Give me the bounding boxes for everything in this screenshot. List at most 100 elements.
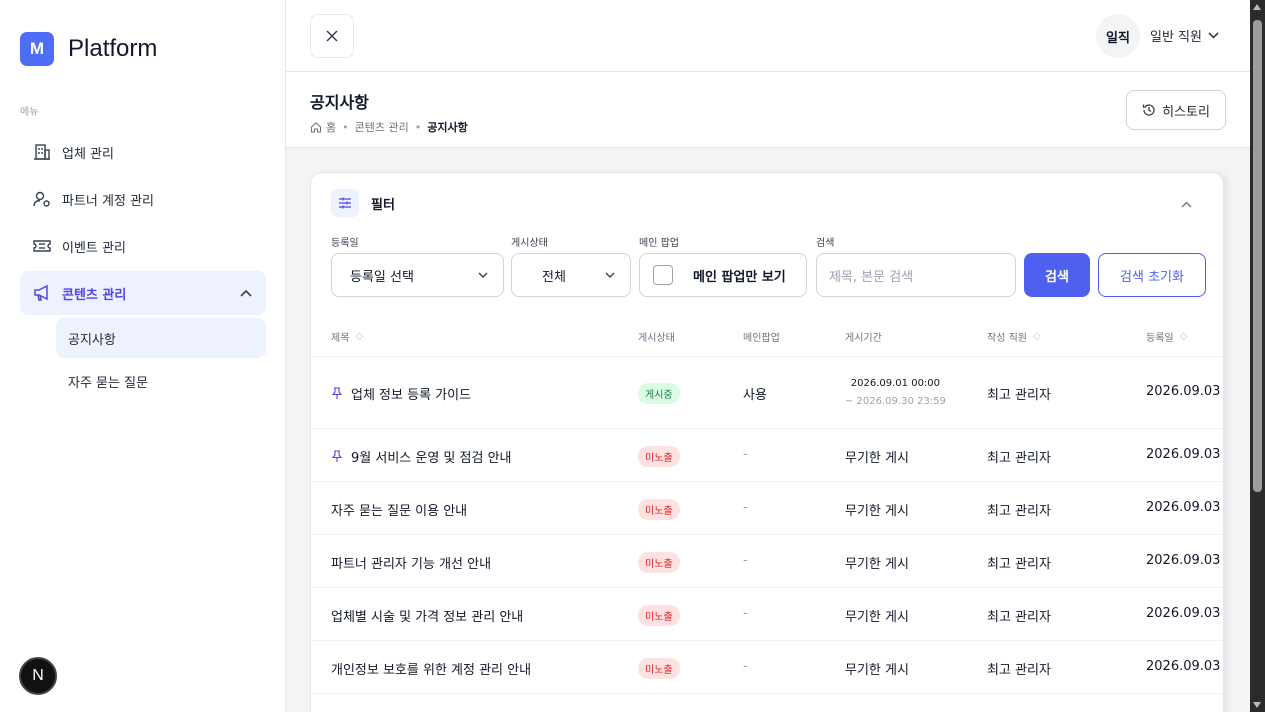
sort-icon: ◇	[1032, 331, 1041, 342]
popup-label: 메인 팝업	[639, 238, 679, 249]
column-label: 게시상태	[638, 333, 675, 344]
page-scrollbar[interactable]	[1250, 0, 1265, 712]
status-badge-text: 미노출	[638, 446, 680, 467]
logo-badge: M	[20, 32, 54, 66]
chevron-down-icon	[1208, 32, 1219, 39]
column-label: 작성 직원	[987, 333, 1027, 344]
breadcrumb-content[interactable]: 콘텐츠 관리	[355, 119, 409, 135]
status-badge-text: 게시중	[638, 383, 680, 404]
user-gear-icon	[32, 189, 52, 209]
status-badge: 미노출	[638, 499, 680, 520]
breadcrumb-home[interactable]: 홈	[326, 119, 336, 135]
pin-icon	[331, 450, 343, 463]
row-date: 2026.09.03 15	[1146, 384, 1223, 399]
search-input[interactable]: 제목, 본문 검색	[816, 253, 1016, 297]
date-select-value: 등록일 선택	[350, 269, 414, 285]
building-icon	[32, 142, 52, 162]
column-label: 메인팝업	[743, 333, 780, 344]
sidebar-item-label: 이벤트 관리	[62, 240, 126, 256]
row-title: 자주 묻는 질문 이용 안내	[331, 504, 468, 519]
date-select[interactable]: 등록일 선택	[331, 253, 504, 297]
period-to: ~ 2026.09.30 23:59	[845, 396, 946, 407]
breadcrumb-separator: •	[342, 120, 349, 134]
sidebar-item-company[interactable]: 업체 관리	[20, 130, 266, 174]
sliders-icon	[331, 189, 359, 217]
column-header-title[interactable]: 제목 ◇	[331, 329, 363, 344]
sidebar-subitem-faq[interactable]: 자주 묻는 질문	[56, 361, 266, 401]
row-author: 최고 관리자	[987, 504, 1051, 519]
table-header: 제목 ◇ 게시상태 메인팝업 게시기간 작성 직원 ◇ 등록일 ◇	[311, 313, 1223, 357]
history-button[interactable]: 히스토리	[1126, 90, 1226, 130]
devtools-badge[interactable]: N	[19, 657, 57, 695]
search-button[interactable]: 검색	[1024, 253, 1090, 297]
row-popup: -	[743, 553, 748, 568]
avatar[interactable]: 일직	[1096, 14, 1140, 58]
logo-text: Platform	[68, 35, 158, 62]
table-row[interactable]: 개인정보 보호를 위한 계정 관리 안내 미노출 - 무기한 게시 최고 관리자…	[311, 641, 1223, 694]
chevron-down-icon	[478, 272, 488, 278]
row-period: 무기한 게시	[845, 610, 909, 625]
sort-icon: ◇	[355, 331, 364, 342]
history-icon	[1142, 104, 1155, 116]
row-popup: 사용	[743, 388, 767, 403]
checkbox[interactable]	[653, 265, 673, 285]
user-menu[interactable]: 일반 직원	[1150, 26, 1219, 45]
breadcrumb: 홈 • 콘텐츠 관리 • 공지사항	[310, 119, 468, 135]
popup-only-checkbox[interactable]: 메인 팝업만 보기	[639, 253, 807, 297]
table-row[interactable]: 자주 묻는 질문 이용 안내 미노출 - 무기한 게시 최고 관리자 2026.…	[311, 482, 1223, 535]
scroll-thumb[interactable]	[1253, 20, 1262, 492]
reset-button[interactable]: 검색 초기화	[1098, 253, 1206, 297]
column-label: 제목	[331, 333, 350, 344]
table-row[interactable]: 9월 서비스 운영 및 점검 안내 미노출 - 무기한 게시 최고 관리자 20…	[311, 429, 1223, 482]
table-row[interactable]: 업체별 시술 및 가격 정보 관리 안내 미노출 - 무기한 게시 최고 관리자…	[311, 588, 1223, 641]
page-header: 공지사항 홈 • 콘텐츠 관리 • 공지사항 히스토리	[286, 72, 1250, 148]
sidebar-submenu: 공지사항 자주 묻는 질문	[56, 318, 266, 401]
close-button[interactable]	[310, 14, 354, 58]
status-badge: 미노출	[638, 446, 680, 467]
row-title-text: 9월 서비스 운영 및 점검 안내	[351, 451, 512, 466]
column-header-date[interactable]: 등록일 ◇	[1146, 329, 1187, 344]
row-author: 최고 관리자	[987, 451, 1051, 466]
row-date: 2026.09.03 18	[1146, 447, 1223, 462]
row-title: 파트너 관리자 기능 개선 안내	[331, 557, 492, 572]
table-row[interactable]: 업체 정보 등록 가이드 게시중 사용 2026.09.01 00:00 ~ 2…	[311, 357, 1223, 429]
filter-header: 필터	[331, 189, 395, 217]
row-period: 무기한 게시	[845, 557, 909, 572]
status-badge-text: 미노출	[638, 552, 680, 573]
sidebar-subitem-notice[interactable]: 공지사항	[56, 318, 266, 358]
sidebar-item-label: 파트너 계정 관리	[62, 193, 154, 209]
megaphone-icon	[32, 283, 52, 303]
sidebar-item-event[interactable]: 이벤트 관리	[20, 224, 266, 268]
row-author: 최고 관리자	[987, 557, 1051, 572]
row-date: 2026.09.03 18	[1146, 606, 1223, 621]
sort-icon: ◇	[1179, 331, 1188, 342]
user-role-label: 일반 직원	[1150, 30, 1202, 45]
home-icon	[310, 122, 322, 133]
sidebar-item-partner-account[interactable]: 파트너 계정 관리	[20, 177, 266, 221]
scroll-down-icon[interactable]	[1253, 702, 1261, 708]
row-author: 최고 관리자	[987, 663, 1051, 678]
sidebar: M Platform 메뉴 업체 관리 파트너 계정 관리 이벤트 관리 콘텐츠…	[0, 0, 286, 712]
status-badge: 게시중	[638, 383, 680, 404]
search-label: 검색	[816, 238, 835, 249]
column-header-author[interactable]: 작성 직원 ◇	[987, 329, 1041, 344]
row-popup: -	[743, 447, 748, 462]
status-badge-text: 미노출	[638, 499, 680, 520]
row-date: 2026.09.03 18	[1146, 500, 1223, 515]
menu-caption: 메뉴	[20, 107, 39, 118]
breadcrumb-separator: •	[414, 120, 422, 134]
collapse-button[interactable]	[1181, 193, 1192, 212]
column-header-popup: 메인팝업	[743, 329, 780, 344]
logo[interactable]: M Platform	[20, 32, 157, 66]
period-from: 2026.09.01 00:00	[850, 378, 941, 389]
row-title: 개인정보 보호를 위한 계정 관리 안내	[331, 663, 532, 678]
status-badge: 미노출	[638, 552, 680, 573]
table-row[interactable]: 파트너 관리자 기능 개선 안내 미노출 - 무기한 게시 최고 관리자 202…	[311, 535, 1223, 588]
column-label: 게시기간	[845, 333, 882, 344]
sidebar-item-content[interactable]: 콘텐츠 관리	[20, 271, 266, 315]
chevron-up-icon	[1181, 201, 1192, 208]
column-label: 등록일	[1146, 333, 1174, 344]
status-select[interactable]: 전체	[511, 253, 631, 297]
row-popup: -	[743, 659, 748, 674]
scroll-up-icon[interactable]	[1253, 4, 1261, 10]
